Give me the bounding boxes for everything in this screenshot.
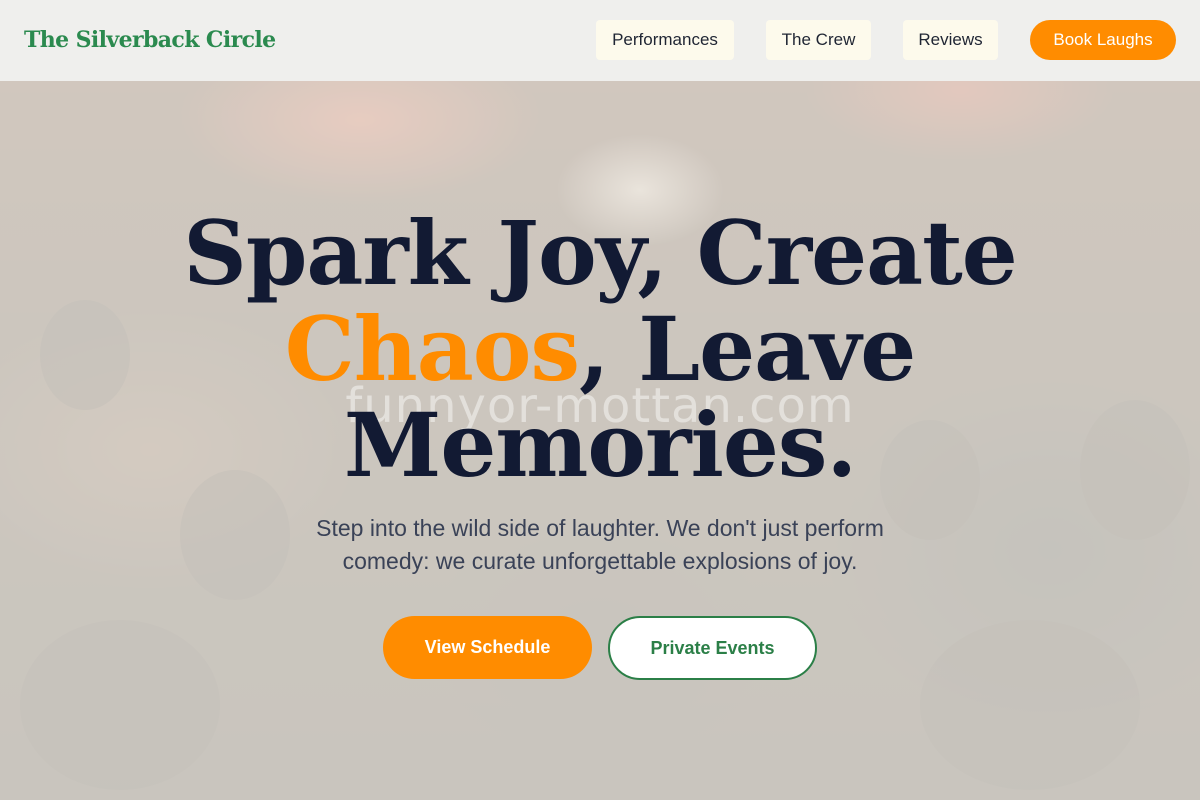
nav-crew-button[interactable]: The Crew: [766, 20, 871, 60]
private-events-button[interactable]: Private Events: [608, 616, 817, 680]
top-navigation-bar: The Silverback Circle Performances The C…: [0, 0, 1200, 81]
headline-accent-word: Chaos: [284, 297, 580, 401]
hero-subtext: Step into the wild side of laughter. We …: [316, 515, 884, 574]
book-laughs-button[interactable]: Book Laughs: [1030, 20, 1176, 60]
brand-logo[interactable]: The Silverback Circle: [24, 27, 276, 53]
nav-reviews-button[interactable]: Reviews: [903, 20, 998, 60]
headline-line-3: Memories.: [343, 393, 857, 497]
view-schedule-button[interactable]: View Schedule: [383, 616, 592, 679]
nav-performances-button[interactable]: Performances: [596, 20, 734, 60]
hero-headline: Spark Joy, Create Chaos, Leave Memories.: [0, 205, 1200, 493]
headline-line-2-rest: , Leave: [579, 297, 916, 401]
headline-line-1: Spark Joy, Create: [183, 201, 1017, 305]
